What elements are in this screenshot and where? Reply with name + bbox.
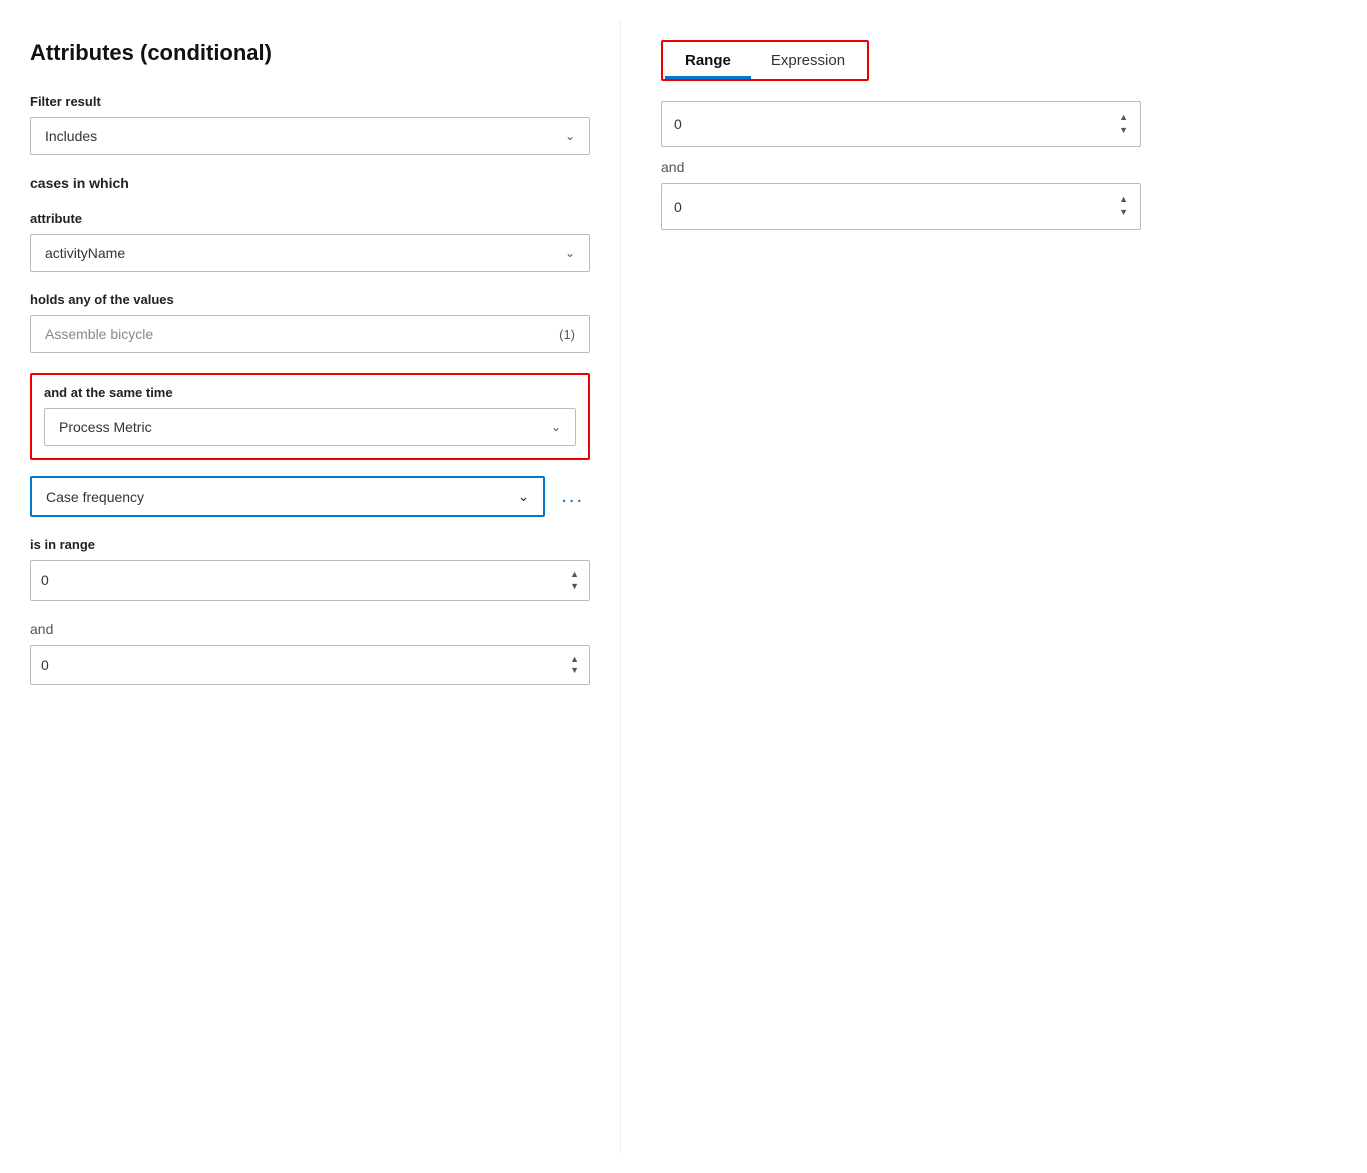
attribute-group: attribute activityName ⌄	[30, 211, 590, 272]
holds-values-group: holds any of the values Assemble bicycle…	[30, 292, 590, 353]
holds-values-label: holds any of the values	[30, 292, 590, 307]
is-in-range-group: is in range 0 ▲ ▼	[30, 537, 590, 601]
attribute-label: attribute	[30, 211, 590, 226]
range-val1: 0	[41, 572, 49, 588]
range-val1-spinner[interactable]: ▲ ▼	[570, 569, 579, 592]
filter-result-dropdown[interactable]: Includes ⌄	[30, 117, 590, 155]
and-same-time-label: and at the same time	[44, 385, 576, 400]
holds-values-count: (1)	[559, 327, 575, 342]
chevron-down-icon: ⌄	[518, 488, 530, 505]
holds-values-placeholder: Assemble bicycle	[45, 326, 153, 342]
tabs-container: Range Expression	[661, 40, 869, 81]
right-range-val2: 0	[674, 199, 682, 215]
attribute-dropdown[interactable]: activityName ⌄	[30, 234, 590, 272]
range-val2-group: 0 ▲ ▼	[30, 645, 590, 686]
and-label-right: and	[661, 159, 1327, 175]
right-range-val1: 0	[674, 116, 682, 132]
right-range-val1-field[interactable]: 0 ▲ ▼	[661, 101, 1141, 147]
tab-range[interactable]: Range	[665, 42, 751, 79]
range-val2-spinner[interactable]: ▲ ▼	[570, 654, 579, 677]
process-metric-value: Process Metric	[59, 419, 152, 435]
left-panel: Attributes (conditional) Filter result I…	[0, 20, 620, 1153]
right-panel: Range Expression 0 ▲ ▼ and 0 ▲ ▼	[620, 20, 1367, 1153]
and-same-time-section: and at the same time Process Metric ⌄	[30, 373, 590, 460]
range-val2: 0	[41, 657, 49, 673]
right-range-val1-spinner[interactable]: ▲ ▼	[1119, 112, 1128, 136]
spinner-up-icon[interactable]: ▲	[1119, 112, 1128, 124]
range-val1-field[interactable]: 0 ▲ ▼	[30, 560, 590, 601]
spinner-up-icon[interactable]: ▲	[1119, 194, 1128, 206]
holds-values-box[interactable]: Assemble bicycle (1)	[30, 315, 590, 353]
case-frequency-row: Case frequency ⌄ ...	[30, 476, 590, 517]
spinner-down-icon[interactable]: ▼	[570, 581, 579, 592]
spinner-down-icon[interactable]: ▼	[1119, 125, 1128, 137]
filter-result-value: Includes	[45, 128, 97, 144]
cases-in-which-group: cases in which	[30, 175, 590, 191]
spinner-up-icon[interactable]: ▲	[570, 569, 579, 580]
page-title: Attributes (conditional)	[30, 40, 590, 66]
process-metric-dropdown[interactable]: Process Metric ⌄	[44, 408, 576, 446]
filter-result-label: Filter result	[30, 94, 590, 109]
right-range-val2-spinner[interactable]: ▲ ▼	[1119, 194, 1128, 218]
filter-result-group: Filter result Includes ⌄	[30, 94, 590, 155]
range-val2-field[interactable]: 0 ▲ ▼	[30, 645, 590, 686]
attribute-value: activityName	[45, 245, 125, 261]
case-frequency-value: Case frequency	[46, 489, 144, 505]
chevron-down-icon: ⌄	[565, 129, 575, 143]
spinner-down-icon[interactable]: ▼	[1119, 207, 1128, 219]
and-label-left: and	[30, 621, 590, 637]
chevron-down-icon: ⌄	[565, 246, 575, 260]
cases-in-which-label: cases in which	[30, 175, 590, 191]
more-options-button[interactable]: ...	[555, 481, 590, 512]
right-range-val2-field[interactable]: 0 ▲ ▼	[661, 183, 1141, 229]
spinner-up-icon[interactable]: ▲	[570, 654, 579, 665]
chevron-down-icon: ⌄	[551, 420, 561, 434]
spinner-down-icon[interactable]: ▼	[570, 665, 579, 676]
is-in-range-label: is in range	[30, 537, 590, 552]
case-frequency-dropdown[interactable]: Case frequency ⌄	[30, 476, 545, 517]
tab-expression[interactable]: Expression	[751, 42, 865, 79]
